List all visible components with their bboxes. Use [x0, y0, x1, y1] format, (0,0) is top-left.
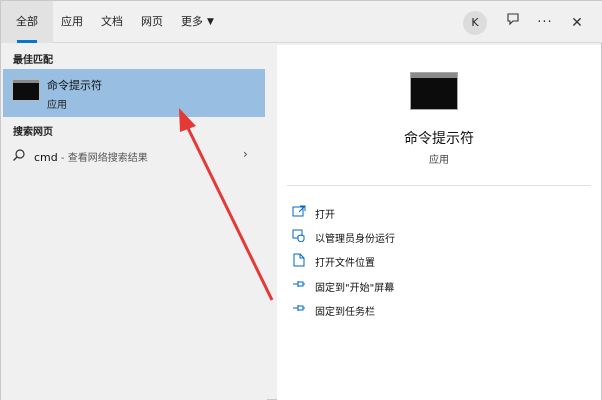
account-avatar[interactable]: K [463, 11, 487, 35]
web-search-heading: 搜索网页 [13, 127, 53, 138]
web-hint: - 查看网络搜索结果 [57, 153, 148, 164]
cmd-app-icon [12, 79, 40, 101]
tab-all[interactable]: 全部 [1, 1, 53, 43]
tab-apps[interactable]: 应用 [61, 1, 83, 43]
search-tab-bar: 全部 应用 文档 网页 更多 ▼ K ··· ✕ [1, 1, 602, 43]
open-icon [291, 205, 307, 219]
action-open-label: 打开 [315, 210, 335, 221]
search-icon [13, 149, 25, 161]
web-query: cmd [34, 151, 58, 164]
action-open-file-location[interactable]: 打开文件位置 [291, 251, 581, 271]
chevron-down-icon: ▼ [207, 17, 214, 27]
action-pin-to-taskbar-label: 固定到任务栏 [315, 307, 375, 318]
best-match-subtitle: 应用 [47, 100, 67, 111]
action-pin-to-start-label: 固定到"开始"屏幕 [315, 283, 395, 294]
action-open-file-location-label: 打开文件位置 [315, 258, 375, 269]
cmd-app-large-icon [410, 72, 458, 110]
pin-icon [291, 302, 307, 316]
file-location-icon [291, 253, 307, 267]
web-search-result[interactable]: cmd - 查看网络搜索结果 › [3, 143, 265, 169]
chevron-right-icon[interactable]: › [243, 147, 248, 161]
shield-icon [291, 229, 307, 243]
best-match-title: 命令提示符 [47, 79, 102, 92]
tab-web[interactable]: 网页 [141, 1, 163, 43]
pin-icon [291, 278, 307, 292]
close-icon[interactable]: ✕ [565, 11, 589, 35]
search-window: 全部 应用 文档 网页 更多 ▼ K ··· ✕ 最佳匹配 命令提示符 应用 搜索… [0, 0, 602, 400]
tab-more-label: 更多 [181, 15, 203, 28]
detail-title: 命令提示符 [404, 131, 474, 147]
detail-subtitle: 应用 [429, 155, 449, 166]
best-match-heading: 最佳匹配 [13, 55, 53, 66]
results-pane: 最佳匹配 命令提示符 应用 搜索网页 cmd - 查看网络搜索结果 › [1, 43, 267, 400]
feedback-icon[interactable] [501, 11, 525, 35]
action-run-as-admin[interactable]: 以管理员身份运行 [291, 227, 581, 247]
tab-more[interactable]: 更多 ▼ [181, 1, 214, 43]
best-match-item[interactable]: 命令提示符 应用 [3, 69, 265, 117]
action-run-as-admin-label: 以管理员身份运行 [315, 234, 395, 245]
divider [287, 185, 591, 186]
action-open[interactable]: 打开 [291, 203, 581, 223]
ellipsis-icon[interactable]: ··· [533, 11, 557, 35]
detail-pane: 命令提示符 应用 打开 以管理员身份运行 打开文件位置 固定到"开始"屏幕 固定… [277, 45, 601, 400]
tab-documents[interactable]: 文档 [101, 1, 123, 43]
action-pin-to-start[interactable]: 固定到"开始"屏幕 [291, 276, 581, 296]
action-pin-to-taskbar[interactable]: 固定到任务栏 [291, 300, 581, 320]
